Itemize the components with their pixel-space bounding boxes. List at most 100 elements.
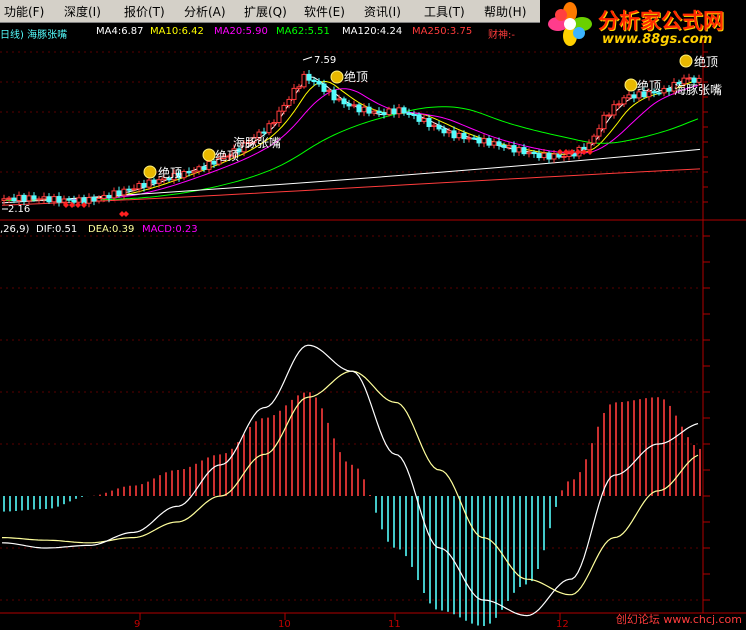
candle-body	[456, 132, 462, 139]
macd-value: MACD:0.23	[142, 224, 198, 235]
candle-body	[196, 166, 202, 172]
candle-body	[276, 110, 282, 124]
candle-body	[306, 73, 312, 81]
dif-value: DIF:0.51	[36, 224, 78, 235]
signal-label: 海豚张嘴	[233, 135, 281, 150]
candle-body	[31, 195, 37, 200]
candle-body	[496, 141, 502, 146]
grid	[0, 40, 746, 620]
candle-body	[601, 114, 607, 130]
candle-body	[51, 196, 57, 203]
candle-body	[366, 106, 372, 114]
candle-body	[551, 153, 557, 160]
candle-body	[511, 145, 517, 153]
candle-body	[691, 77, 697, 83]
candle-body	[191, 170, 197, 174]
x-axis-label: 10	[278, 619, 291, 630]
candle-body	[521, 147, 527, 155]
candle-body	[696, 77, 702, 83]
candle-body	[126, 188, 132, 191]
candle-body	[41, 196, 47, 200]
candle-body	[96, 197, 102, 202]
candle-body	[606, 114, 612, 117]
candle-body	[181, 170, 187, 179]
candle-body	[336, 98, 342, 101]
candle-body	[301, 73, 307, 88]
candle-body	[561, 155, 567, 158]
macd-params: ,26,9)	[0, 224, 30, 235]
x-axis-label: 9	[134, 619, 140, 630]
low-price-label: 2.16	[8, 204, 30, 215]
candle-body	[291, 87, 297, 100]
high-price-label: 7.59	[314, 55, 336, 66]
ma62-line	[2, 106, 699, 201]
gold-coin-icon	[679, 54, 693, 68]
footer-watermark: 创幻论坛 www.chcj.com	[615, 613, 742, 626]
gold-coin-icon	[624, 78, 638, 92]
candle-body	[381, 112, 387, 116]
candle-body	[26, 195, 32, 202]
candle-body	[356, 104, 362, 113]
candle-body	[101, 194, 107, 199]
candle-body	[491, 141, 497, 146]
signal-label: 绝顶	[637, 78, 661, 93]
candle-body	[281, 104, 287, 112]
candle-body	[116, 190, 122, 196]
candle-body	[631, 94, 637, 99]
candle-body	[621, 97, 627, 105]
candle-body	[206, 160, 212, 170]
candle-body	[516, 147, 522, 153]
candle-body	[141, 183, 147, 188]
candle-body	[76, 197, 82, 203]
candle-body	[401, 107, 407, 114]
x-axis-label: 11	[388, 619, 401, 630]
candle-body	[46, 196, 52, 203]
candle-body	[421, 117, 427, 122]
candle-body	[36, 198, 42, 201]
candle-body	[21, 194, 27, 202]
high-pointer	[302, 56, 313, 61]
candle-body	[506, 145, 512, 148]
x-axis-label: 12	[556, 619, 569, 630]
candle-body	[476, 137, 482, 144]
candle-body	[186, 170, 192, 174]
candle-body	[261, 131, 267, 134]
candle-body	[16, 194, 22, 202]
candle-body	[666, 87, 672, 92]
candle-body	[331, 89, 337, 101]
macd-bars	[3, 392, 701, 626]
gold-coin-icon	[143, 165, 157, 179]
dif-line	[1, 344, 699, 617]
candle-body	[626, 94, 632, 99]
candle-body	[316, 81, 322, 85]
candle-body	[71, 199, 77, 203]
candle-body	[486, 138, 492, 146]
candle-body	[146, 179, 152, 188]
candle-body	[616, 103, 622, 106]
candle-body	[426, 117, 432, 127]
candle-body	[351, 104, 357, 107]
candle-body	[471, 137, 477, 140]
candle-body	[586, 142, 592, 151]
candle-body	[386, 108, 392, 116]
chart-canvas[interactable]: 7.59 2.16 绝顶 绝顶 海豚张嘴 绝顶 绝顶 海豚张嘴 绝顶 9 10 …	[0, 0, 746, 630]
candle-body	[416, 114, 422, 122]
candle-body	[481, 138, 487, 144]
candle-body	[546, 152, 552, 160]
candles	[1, 70, 702, 208]
candle-body	[1, 198, 7, 201]
candle-body	[6, 197, 12, 200]
candle-body	[106, 194, 112, 199]
candle-body	[611, 104, 617, 116]
candle-body	[411, 113, 417, 116]
candle-body	[296, 86, 302, 89]
candle-body	[526, 151, 532, 155]
candle-body	[441, 128, 447, 134]
gold-coin-icon	[330, 70, 344, 84]
candle-body	[321, 83, 327, 92]
candle-body	[66, 198, 72, 201]
candle-body	[466, 137, 472, 140]
candle-body	[536, 153, 542, 159]
signal-label: 绝顶	[158, 165, 182, 180]
red-diamond-icon	[75, 202, 81, 208]
